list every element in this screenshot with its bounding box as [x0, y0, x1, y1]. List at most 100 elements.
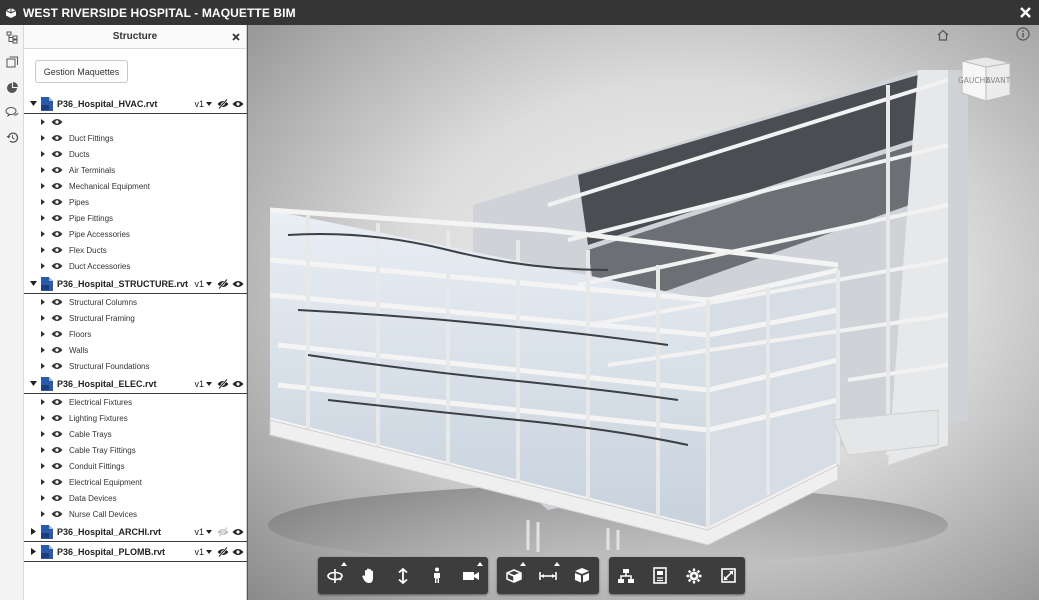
category-item[interactable]: Walls: [24, 342, 247, 358]
expand-right-icon[interactable]: [41, 511, 47, 517]
visibility-eye-icon[interactable]: [51, 165, 63, 175]
layers-icon[interactable]: [0, 50, 24, 75]
walk-icon[interactable]: [420, 557, 454, 594]
model-row[interactable]: P36_Hospital_ARCHI.rvt v1: [24, 522, 247, 542]
category-item[interactable]: Pipes: [24, 194, 247, 210]
visibility-eye-icon[interactable]: [51, 181, 63, 191]
category-item[interactable]: Structural Columns: [24, 294, 247, 310]
category-item[interactable]: Electrical Fixtures: [24, 394, 247, 410]
category-item[interactable]: Cable Trays: [24, 426, 247, 442]
pan-icon[interactable]: [352, 557, 386, 594]
expand-down-icon[interactable]: [28, 101, 38, 106]
model-browser-icon[interactable]: [609, 557, 643, 594]
category-item[interactable]: Electrical Equipment: [24, 474, 247, 490]
visibility-eye-icon[interactable]: [51, 197, 63, 207]
expand-right-icon[interactable]: [41, 495, 47, 501]
zoom-icon[interactable]: [386, 557, 420, 594]
visibility-eye-icon[interactable]: [232, 279, 244, 289]
expand-right-icon[interactable]: [41, 299, 47, 305]
comments-icon[interactable]: [0, 100, 24, 125]
hide-others-icon[interactable]: [217, 546, 229, 557]
category-item[interactable]: Duct Fittings: [24, 130, 247, 146]
visibility-eye-icon[interactable]: [51, 313, 63, 323]
expand-right-icon[interactable]: [41, 315, 47, 321]
hide-others-icon[interactable]: [217, 378, 229, 389]
measure-icon[interactable]: [531, 557, 565, 594]
hide-others-icon[interactable]: [217, 278, 229, 289]
expand-right-icon[interactable]: [41, 183, 47, 189]
model-tree-icon[interactable]: [0, 25, 24, 50]
model-row[interactable]: P36_Hospital_PLOMB.rvt v1: [24, 542, 247, 562]
visibility-eye-icon[interactable]: [51, 397, 63, 407]
camera-icon[interactable]: [454, 557, 488, 594]
fullscreen-icon[interactable]: [711, 557, 745, 594]
visibility-eye-icon[interactable]: [51, 149, 63, 159]
visibility-eye-icon[interactable]: [232, 99, 244, 109]
category-item[interactable]: Air Terminals: [24, 162, 247, 178]
expand-right-icon[interactable]: [41, 479, 47, 485]
visibility-eye-icon[interactable]: [232, 527, 244, 537]
expand-right-icon[interactable]: [41, 447, 47, 453]
expand-right-icon[interactable]: [41, 199, 47, 205]
expand-right-icon[interactable]: [41, 399, 47, 405]
section-icon[interactable]: [497, 557, 531, 594]
category-item[interactable]: Floors: [24, 326, 247, 342]
close-window-icon[interactable]: [1017, 4, 1033, 20]
expand-right-icon[interactable]: [41, 247, 47, 253]
category-item[interactable]: Structural Framing: [24, 310, 247, 326]
category-item[interactable]: Pipe Accessories: [24, 226, 247, 242]
category-item[interactable]: Duct Accessories: [24, 258, 247, 274]
model-version[interactable]: v1: [194, 547, 204, 557]
visibility-eye-icon[interactable]: [51, 117, 63, 127]
settings-icon[interactable]: [677, 557, 711, 594]
expand-right-icon[interactable]: [28, 528, 38, 535]
viewcube-front-label[interactable]: AVANT: [986, 76, 1011, 85]
visibility-eye-icon[interactable]: [51, 261, 63, 271]
expand-right-icon[interactable]: [28, 548, 38, 555]
expand-right-icon[interactable]: [41, 331, 47, 337]
home-view-icon[interactable]: [936, 28, 950, 42]
visibility-eye-icon[interactable]: [51, 329, 63, 339]
explode-icon[interactable]: [565, 557, 599, 594]
expand-right-icon[interactable]: [41, 347, 47, 353]
view-cube[interactable]: GAUCHE AVANT: [958, 53, 1014, 103]
expand-right-icon[interactable]: [41, 463, 47, 469]
3d-viewport[interactable]: GAUCHE AVANT: [248, 25, 1039, 600]
version-dropdown-icon[interactable]: [206, 381, 214, 386]
visibility-eye-icon[interactable]: [51, 245, 63, 255]
expand-right-icon[interactable]: [41, 151, 47, 157]
manage-models-button[interactable]: Gestion Maquettes: [35, 60, 128, 83]
version-dropdown-icon[interactable]: [206, 549, 214, 554]
visibility-eye-icon[interactable]: [51, 361, 63, 371]
expand-right-icon[interactable]: [41, 263, 47, 269]
visibility-eye-icon[interactable]: [51, 345, 63, 355]
model-version[interactable]: v1: [194, 279, 204, 289]
hide-others-icon[interactable]: [217, 526, 229, 537]
category-item[interactable]: Data Devices: [24, 490, 247, 506]
category-item[interactable]: Flex Ducts: [24, 242, 247, 258]
expand-right-icon[interactable]: [41, 431, 47, 437]
category-item[interactable]: Cable Tray Fittings: [24, 442, 247, 458]
info-icon[interactable]: [1016, 27, 1030, 41]
model-row[interactable]: P36_Hospital_STRUCTURE.rvt v1: [24, 274, 247, 294]
pie-chart-icon[interactable]: [0, 75, 24, 100]
model-version[interactable]: v1: [194, 379, 204, 389]
expand-down-icon[interactable]: [28, 381, 38, 386]
category-item[interactable]: Ducts: [24, 146, 247, 162]
visibility-eye-icon[interactable]: [232, 379, 244, 389]
category-item[interactable]: Lighting Fixtures: [24, 410, 247, 426]
version-dropdown-icon[interactable]: [206, 101, 214, 106]
expand-right-icon[interactable]: [41, 135, 47, 141]
model-version[interactable]: v1: [194, 99, 204, 109]
model-row[interactable]: P36_Hospital_HVAC.rvt v1: [24, 94, 247, 114]
visibility-eye-icon[interactable]: [51, 445, 63, 455]
expand-right-icon[interactable]: [41, 215, 47, 221]
model-version[interactable]: v1: [194, 527, 204, 537]
expand-right-icon[interactable]: [41, 119, 47, 125]
visibility-eye-icon[interactable]: [51, 493, 63, 503]
category-item[interactable]: Conduit Fittings: [24, 458, 247, 474]
visibility-eye-icon[interactable]: [51, 477, 63, 487]
version-dropdown-icon[interactable]: [206, 281, 214, 286]
expand-right-icon[interactable]: [41, 231, 47, 237]
close-panel-icon[interactable]: [230, 31, 242, 43]
